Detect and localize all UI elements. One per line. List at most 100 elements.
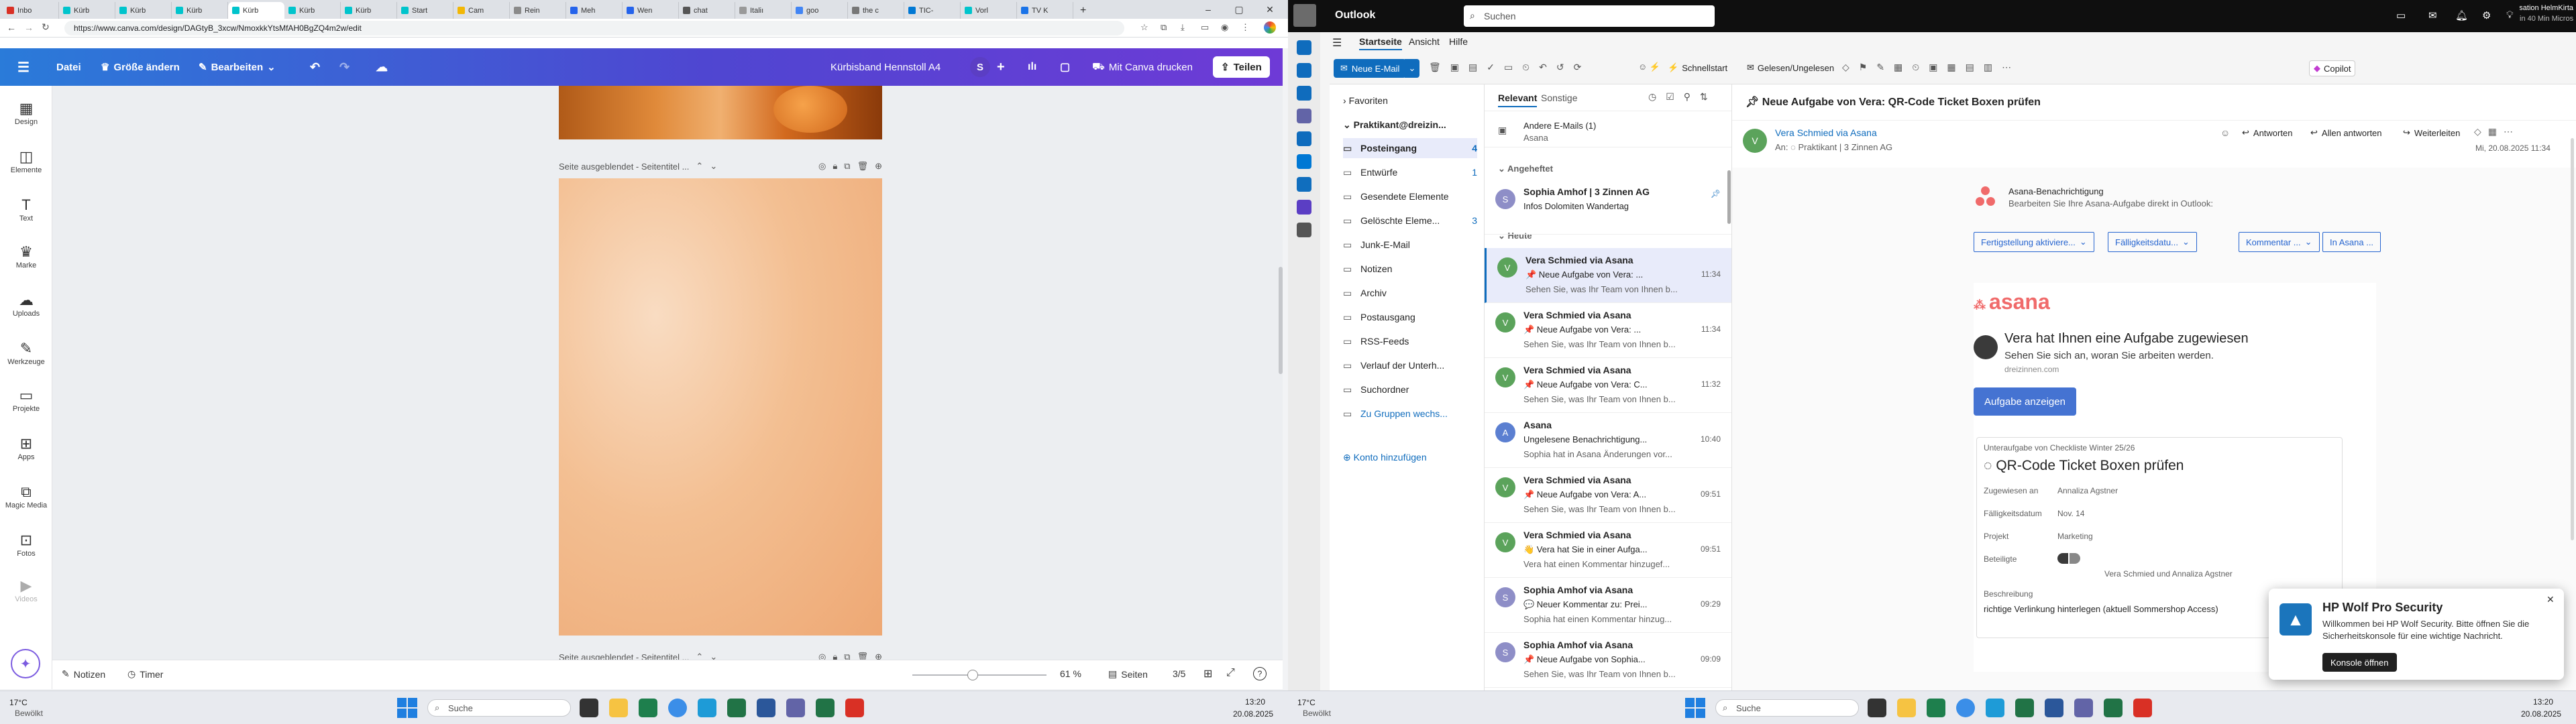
new-tab-icon[interactable]: + [1073,2,1093,19]
message-item[interactable]: S Sophia Amhof | 3 Zinnen AG Infos Dolomit… [1485,180,1731,235]
browser-tab[interactable]: Start [397,2,453,19]
magic-assistant-icon[interactable]: ✦ [11,649,40,678]
pin-icon[interactable]: 📌︎ [1711,189,1721,198]
outlook-app-icon[interactable] [1986,699,2004,717]
onedrive-icon[interactable] [1297,154,1311,169]
browser-tab[interactable]: Kürb [341,2,397,19]
reply-button[interactable]: ↩ Antworten [2242,127,2292,138]
zoom-slider-thumb[interactable] [967,670,978,680]
hamburger-icon[interactable]: ☰ [17,58,30,76]
help-button[interactable]: ? [1253,667,1267,680]
timer-button[interactable]: ◷ Timer [127,668,163,680]
view-task-button[interactable]: Aufgabe anzeigen [1974,387,2076,416]
forward-button[interactable]: ↪ Weiterleiten [2403,127,2460,138]
folder-item[interactable]: ▭ Archiv [1343,283,1477,303]
ribbon-icons-3[interactable]: ◇⚑✎▦⏲▣▦▤▥⋯ [1842,62,2021,73]
comment-icon[interactable]: ▢ [1060,58,1070,76]
browser-tab[interactable]: Kürb [172,2,228,19]
sidebar-item-magic-media[interactable]: ⧉ Magic Media [0,483,52,509]
downloads-icon[interactable]: ⤓ [1181,22,1185,33]
weather-temp-right[interactable]: 17°C [1297,698,1316,707]
sidebar-item-uploads[interactable]: ☁ Uploads [0,291,52,318]
avatar[interactable]: S [970,57,990,77]
sidebar-item-text[interactable]: T Text [0,196,52,223]
ribbon-tab[interactable]: Hilfe [1449,36,1468,47]
sender-avatar[interactable]: V [1743,129,1767,153]
sidebar-item-videos[interactable]: ▶ Videos [0,577,52,603]
message-item[interactable]: V Vera Schmied via Asana 📌 Neue Aufgabe vo… [1485,303,1731,358]
edge-icon[interactable] [1956,699,1975,717]
maximize-icon[interactable]: ▢ [1224,0,1254,19]
duplicate-icon[interactable]: ⧉ [844,161,850,172]
sidebar-item-apps[interactable]: ⊞ Apps [0,434,52,461]
undo-icon[interactable]: ↶ [310,58,320,76]
meet-now-icon[interactable]: ▭ [2396,9,2406,21]
browser-tab[interactable]: goo [792,2,848,19]
chevron-up-icon[interactable]: ⌃ [696,161,703,172]
browser-tab[interactable]: Wen [623,2,679,19]
viva-icon[interactable] [1297,200,1311,215]
sharepoint-icon[interactable] [1927,699,1945,717]
lock-icon[interactable]: 🔒︎ [833,161,837,172]
pages-button[interactable]: ▤ Seiten [1108,668,1148,680]
hamburger-icon[interactable]: ☰ [1332,36,1342,50]
asana-action-button[interactable]: Kommentar ... ⌄ [2239,232,2320,252]
message-item[interactable]: S Sophia Amhof via Asana 📌 Neue Aufgabe vo… [1485,633,1731,688]
folder-item[interactable]: ▭ Postausgang [1343,307,1477,327]
task-field-value[interactable]: Nov. 14 [2057,509,2084,518]
teams-chat-icon[interactable]: ✉ [2428,9,2437,21]
pumpkin-page-preview[interactable] [559,86,882,139]
resize-button[interactable]: ♛ Größe ändern [101,58,180,76]
bookmark-icon[interactable]: ☆ [1140,22,1148,33]
task-title[interactable]: ◌ QR-Code Ticket Boxen prüfen [1984,458,2184,474]
excel-icon-2[interactable] [816,699,835,717]
message-more-icons[interactable]: ◇▦⋯ [2474,126,2520,137]
excel-icon[interactable] [2015,699,2034,717]
browser-tab[interactable]: Cam [453,2,510,19]
profile-icon[interactable]: ◉ [1221,22,1228,33]
tips-icon[interactable]: 💡︎ [2506,9,2514,21]
add-collaborator-icon[interactable]: + [997,58,1005,76]
ribbon-tab[interactable]: Startseite [1359,36,1402,50]
quick-steps-button[interactable]: ⚡ Schnellstart [1668,62,1727,73]
browser-tab[interactable]: Kürb [284,2,341,19]
sidebar-item-werkzeuge[interactable]: ✎ Werkzeuge [0,339,52,366]
sidebar-item-elemente[interactable]: ◫ Elemente [0,147,52,174]
calendar-icon[interactable] [1297,63,1311,78]
split-icon[interactable]: ▭ [1201,22,1209,33]
apps-icon[interactable] [1297,223,1311,237]
word-icon[interactable] [2045,699,2063,717]
list-tools-icons[interactable]: ◷☑⚲⇅ [1648,91,1717,103]
close-icon[interactable]: ✕ [2546,594,2555,605]
folder-item[interactable]: ▭ Gelöschte Eleme... 3 [1343,210,1477,231]
bell-icon[interactable]: 🔔︎ [2455,9,2468,21]
browser-tab[interactable]: chat [679,2,735,19]
windows-start-icon[interactable] [1685,698,1705,718]
new-mail-dropdown[interactable]: ⌄ [1405,59,1419,78]
teams-icon[interactable] [2074,699,2093,717]
task-view-icon[interactable] [1868,699,1886,717]
folder-item[interactable]: ▭ Suchordner [1343,379,1477,400]
asana-action-button[interactable]: Fälligkeitsdatu... ⌄ [2108,232,2197,252]
folder-item[interactable]: ▭ Junk-E-Mail [1343,235,1477,255]
collaborator-avatars[interactable] [2057,553,2080,564]
clock-time-right[interactable]: 13:20 [2533,697,2553,707]
sidebar-item-design[interactable]: ▦ Design [0,99,52,126]
browser-tab[interactable]: Vorl [961,2,1017,19]
message-item[interactable]: V Vera Schmied via Asana 📌 Neue Aufgabe vo… [1485,358,1731,413]
task-field-value[interactable]: Marketing [2057,532,2093,541]
vertical-scrollbar[interactable] [1279,267,1283,374]
file-explorer-icon[interactable] [1897,699,1916,717]
ribbon-tab[interactable]: Ansicht [1409,36,1440,47]
new-mail-button[interactable]: ✉ Neue E-Mail [1334,59,1407,78]
account-header[interactable]: ⌄ Praktikant@dreizin... [1343,119,1446,131]
fullscreen-icon[interactable]: ⤢ [1226,667,1235,679]
file-explorer-icon[interactable] [609,699,628,717]
browser-tab[interactable]: Italiı [735,2,792,19]
message-item[interactable]: S Sophia Amhof via Asana 💬 Neuer Kommentar… [1485,578,1731,633]
browser-tab[interactable]: Rein [510,2,566,19]
mail-badge-icon[interactable] [845,699,864,717]
weather-temp[interactable]: 17°C [9,698,28,707]
close-icon[interactable]: ✕ [1254,0,1285,19]
browser-tab[interactable]: Kürb [59,2,115,19]
